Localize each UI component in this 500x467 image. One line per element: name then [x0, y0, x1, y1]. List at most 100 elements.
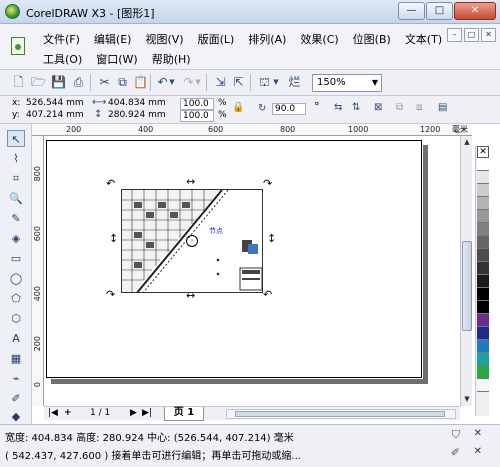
eyedropper-tool-icon[interactable]: ⌁ — [7, 370, 25, 387]
color-swatch[interactable] — [477, 340, 489, 353]
print-icon[interactable]: ⎙ — [70, 74, 87, 91]
new-document-icon[interactable]: 🗋 — [10, 74, 27, 91]
basic-shapes-tool-icon[interactable]: ⬡ — [7, 310, 25, 327]
horizontal-scroll-thumb[interactable] — [235, 411, 445, 417]
scale-y-field[interactable]: 100.0 — [180, 110, 214, 122]
horizontal-ruler[interactable]: 200 400 600 800 1000 1200 — [32, 124, 472, 136]
color-swatch[interactable] — [477, 184, 489, 197]
interactive-blend-tool-icon[interactable]: ▦ — [7, 350, 25, 367]
close-button[interactable]: ✕ — [454, 2, 496, 20]
skew-handle-left[interactable]: ↕ — [109, 232, 118, 245]
crop-tool-icon[interactable]: ⌗ — [7, 170, 25, 187]
outline-none-icon[interactable]: ✕ — [474, 446, 482, 457]
rotate-handle-bottom-left[interactable]: ↷ — [106, 288, 115, 301]
redo-dropdown-icon[interactable]: ▼ — [194, 74, 202, 91]
cut-icon[interactable]: ✂ — [96, 74, 113, 91]
fill-tool-icon[interactable]: ◆ — [7, 408, 25, 425]
doc-minimize-button[interactable]: – — [447, 28, 462, 42]
color-swatch[interactable] — [477, 236, 489, 249]
outline-indicator-icon[interactable]: ✐ — [451, 446, 460, 459]
rotate-handle-top-left[interactable]: ↶ — [106, 177, 115, 190]
maximize-button[interactable]: □ — [426, 2, 453, 20]
polygon-tool-icon[interactable]: ⬠ — [7, 290, 25, 307]
page-tab-1[interactable]: 页 1 — [164, 407, 204, 421]
copy-icon[interactable]: ⧉ — [114, 74, 131, 91]
document-icon[interactable] — [11, 37, 25, 55]
rotate-handle-bottom-right[interactable]: ↶ — [263, 288, 272, 301]
color-swatch[interactable] — [477, 158, 489, 171]
color-swatch[interactable] — [477, 210, 489, 223]
color-swatch[interactable] — [477, 366, 489, 379]
width-field[interactable]: 404.834 mm — [108, 98, 166, 108]
doc-close-button[interactable]: ✕ — [481, 28, 496, 42]
zoom-tool-icon[interactable]: 🔍 — [7, 190, 25, 207]
last-page-button[interactable]: ▶| — [142, 408, 152, 419]
paste-icon[interactable]: 📋 — [132, 74, 149, 91]
import-icon[interactable]: ⇲ — [212, 74, 229, 91]
smart-fill-tool-icon[interactable]: ◈ — [7, 230, 25, 247]
menu-bitmaps[interactable]: 位图(B) — [348, 29, 396, 49]
shape-tool-icon[interactable]: ⌇ — [7, 150, 25, 167]
rotation-center-marker[interactable]: · — [186, 235, 198, 247]
scroll-down-icon[interactable]: ▼ — [462, 394, 472, 404]
color-swatch[interactable] — [477, 301, 489, 314]
menu-effects[interactable]: 效果(C) — [295, 29, 343, 49]
drawing-canvas[interactable]: · 节点 ↶ ↔ ↷ ↕ ↕ ↷ ↔ ↶ — [44, 136, 472, 406]
color-swatch[interactable] — [477, 288, 489, 301]
no-color-swatch[interactable]: ✕ — [477, 146, 489, 158]
color-swatch[interactable] — [477, 327, 489, 340]
y-position-field[interactable]: 407.214 mm — [26, 110, 84, 120]
mirror-vertical-icon[interactable]: ⇅ — [352, 102, 360, 113]
add-page-before-button[interactable]: + — [64, 408, 72, 419]
open-icon[interactable]: 🗁 — [30, 74, 47, 91]
scale-x-field[interactable]: 100.0 — [180, 98, 214, 110]
menu-edit[interactable]: 编辑(E) — [89, 29, 137, 49]
minimize-button[interactable]: — — [398, 2, 425, 20]
menu-arrange[interactable]: 排列(A) — [243, 29, 291, 49]
color-swatch[interactable] — [477, 171, 489, 184]
doc-restore-button[interactable]: □ — [464, 28, 479, 42]
menu-window[interactable]: 窗口(W) — [91, 49, 142, 69]
export-icon[interactable]: ⇱ — [230, 74, 247, 91]
wrap-text-icon[interactable]: ▤ — [438, 102, 447, 113]
drawing-page[interactable]: · 节点 ↶ ↔ ↷ ↕ ↕ ↷ ↔ ↶ — [46, 140, 422, 378]
ellipse-tool-icon[interactable]: ◯ — [7, 270, 25, 287]
fill-none-icon[interactable]: ✕ — [474, 428, 482, 439]
color-swatch[interactable] — [477, 314, 489, 327]
skew-handle-bottom[interactable]: ↔ — [186, 289, 195, 302]
horizontal-scrollbar[interactable] — [226, 409, 456, 419]
break-apart-icon[interactable]: ⧈ — [416, 102, 422, 113]
skew-handle-top[interactable]: ↔ — [186, 175, 195, 188]
launcher-dropdown-icon[interactable]: ▼ — [272, 74, 280, 91]
color-swatch[interactable] — [477, 223, 489, 236]
mirror-horizontal-icon[interactable]: ⇆ — [334, 102, 342, 113]
color-swatch[interactable] — [477, 197, 489, 210]
freehand-tool-icon[interactable]: ✎ — [7, 210, 25, 227]
menu-layout[interactable]: 版面(L) — [193, 29, 240, 49]
scroll-up-icon[interactable]: ▲ — [462, 137, 472, 147]
combine-icon[interactable]: ⧉ — [396, 102, 403, 113]
menu-file[interactable]: 文件(F) — [38, 29, 85, 49]
color-swatch[interactable] — [477, 262, 489, 275]
lock-ratio-icon[interactable]: 🔒 — [232, 102, 244, 113]
x-position-field[interactable]: 526.544 mm — [26, 98, 84, 108]
menu-view[interactable]: 视图(V) — [140, 29, 188, 49]
skew-handle-right[interactable]: ↕ — [267, 232, 276, 245]
color-swatch[interactable] — [477, 275, 489, 288]
fill-indicator-icon[interactable]: ⛉ — [452, 428, 460, 442]
outline-tool-icon[interactable]: ✐ — [7, 390, 25, 407]
color-swatch[interactable] — [477, 379, 489, 392]
vertical-scrollbar[interactable]: ▲ ▼ — [460, 136, 472, 406]
save-icon[interactable]: 💾 — [50, 74, 67, 91]
menu-text[interactable]: 文本(T) — [400, 29, 447, 49]
vertical-scroll-thumb[interactable] — [462, 241, 472, 331]
vertical-ruler[interactable]: 800 600 400 200 0 — [32, 136, 44, 406]
rotation-field[interactable]: 90.0 — [272, 103, 306, 115]
first-page-button[interactable]: |◀ — [48, 408, 58, 419]
menu-tools[interactable]: 工具(O) — [38, 49, 87, 69]
next-page-button[interactable]: ▶ — [130, 408, 137, 419]
corel-online-icon[interactable]: 烂 — [286, 74, 303, 91]
height-field[interactable]: 280.924 mm — [108, 110, 166, 120]
rectangle-tool-icon[interactable]: ▭ — [7, 250, 25, 267]
color-swatch[interactable] — [477, 353, 489, 366]
